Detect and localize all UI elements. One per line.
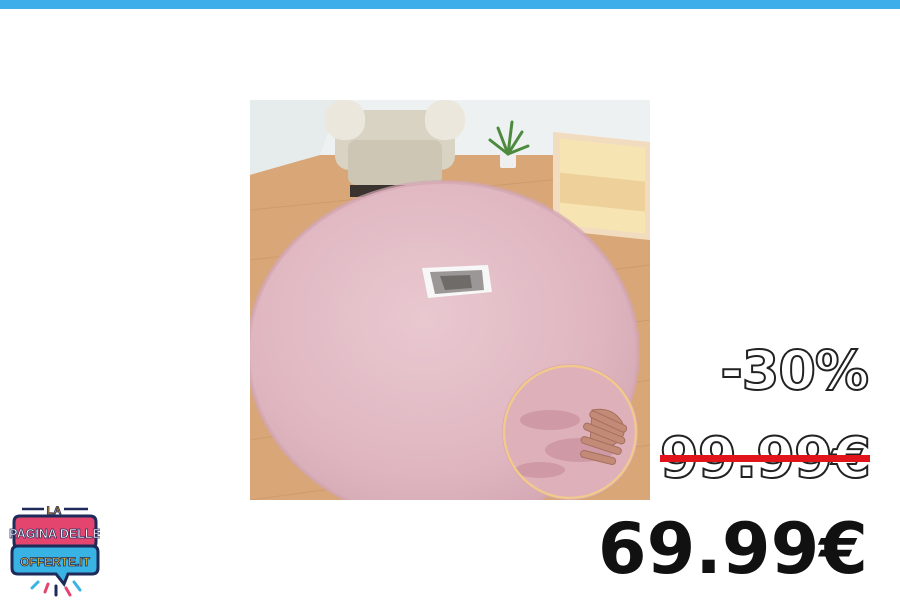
new-price: 69.99€: [597, 508, 868, 590]
logo-line3: OFFERTE.IT: [20, 555, 91, 569]
old-price-strikethrough: [659, 455, 870, 462]
old-price-block: 99.99€: [659, 424, 872, 494]
top-accent-bar: [0, 0, 900, 9]
rug-illustration: [250, 100, 650, 500]
discount-percentage: -30%: [719, 338, 870, 403]
site-logo[interactable]: LA PAGINA DELLE OFFERTE.IT: [8, 502, 101, 598]
speech-bubble-logo-icon: LA PAGINA DELLE OFFERTE.IT: [9, 505, 101, 597]
logo-line2: PAGINA DELLE: [9, 527, 100, 541]
product-image[interactable]: [250, 100, 650, 500]
